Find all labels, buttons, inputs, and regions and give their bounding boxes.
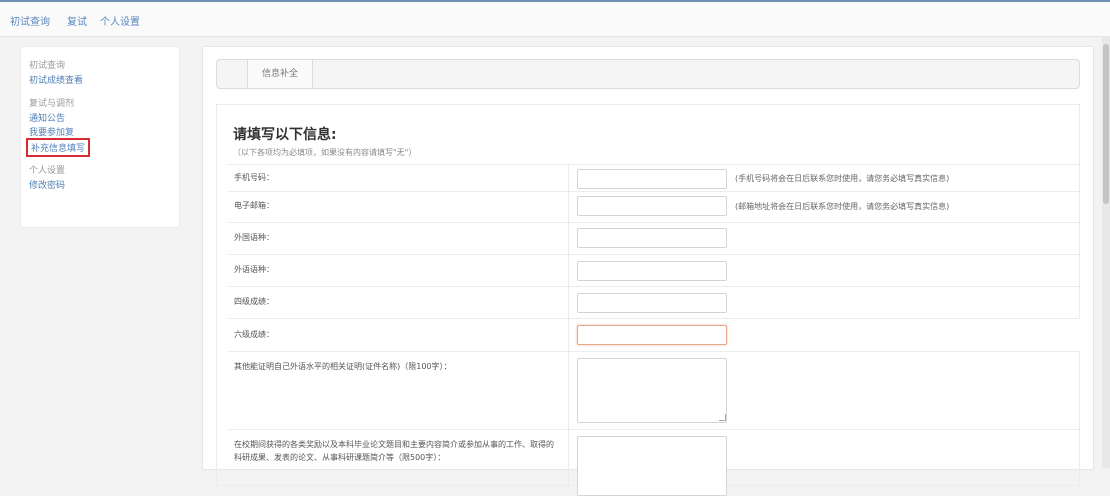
tab-bar: 信息补全 — [216, 59, 1080, 89]
email-input[interactable] — [577, 196, 727, 216]
language-type-input[interactable] — [577, 261, 727, 281]
sidebar: 初试查询 初试成绩查看 复试与调剂 通知公告 我要参加复 补充信息填写 个人设置… — [20, 46, 180, 228]
cet4-input[interactable] — [577, 293, 727, 313]
form-row-foreign-language: 外国语种： — [228, 223, 1080, 255]
form-row-language-type: 外语语种： — [228, 255, 1080, 287]
top-navigation: 初试查询 复试 个人设置 — [0, 2, 1110, 37]
topnav-personal-settings[interactable]: 个人设置 — [100, 13, 140, 28]
textarea-resize-handle[interactable] — [719, 414, 726, 421]
email-hint: (邮箱地址将会在日后联系您时使用，请您务必填写真实信息) — [735, 202, 950, 211]
topnav-retest[interactable]: 复试 — [67, 13, 87, 28]
form-row-cet4: 四级成绩： — [228, 287, 1080, 319]
cet6-label: 六级成绩： — [234, 330, 274, 339]
form-row-awards: 在校期间获得的各类奖励以及本科毕业论文题目和主要内容简介或参加从事的工作、取得的… — [228, 430, 1080, 496]
foreign-language-input[interactable] — [577, 228, 727, 248]
column-divider — [568, 255, 569, 286]
language-certificate-label: 其他能证明自己外语水平的相关证明(证件名称)（限100字）： — [234, 362, 452, 371]
form-row-phone: 手机号码： (手机号码将会在日后联系您时使用，请您务必填写真实信息) — [228, 164, 1080, 192]
sidebar-section-retest: 复试与调剂 — [29, 99, 75, 109]
column-divider — [568, 430, 569, 490]
form-title: 请填写以下信息: — [233, 127, 337, 143]
column-divider — [568, 223, 569, 254]
column-divider — [568, 191, 569, 222]
phone-input[interactable] — [577, 169, 727, 189]
sidebar-item-score[interactable]: 初试成绩查看 — [29, 73, 83, 86]
awards-label: 在校期间获得的各类奖励以及本科毕业论文题目和主要内容简介或参加从事的工作、取得的… — [234, 440, 554, 462]
topnav-initial-exam[interactable]: 初试查询 — [10, 13, 50, 28]
column-divider — [568, 165, 569, 191]
column-divider — [568, 352, 569, 429]
awards-textarea[interactable] — [577, 436, 727, 496]
info-form: 请填写以下信息: （以下各项均为必填项，如果没有内容请填写"无"） 手机号码： … — [216, 104, 1080, 496]
sidebar-item-notice[interactable]: 通知公告 — [29, 111, 65, 124]
language-type-label: 外语语种： — [234, 265, 274, 274]
phone-hint: (手机号码将会在日后联系您时使用，请您务必填写真实信息) — [735, 174, 950, 183]
cet6-input[interactable] — [577, 325, 727, 345]
sidebar-item-supplement-info[interactable]: 补充信息填写 — [26, 138, 91, 157]
main-panel: 信息补全 请填写以下信息: （以下各项均为必填项，如果没有内容请填写"无"） 手… — [202, 46, 1094, 496]
tab-info-complete[interactable]: 信息补全 — [247, 60, 313, 88]
sidebar-item-change-password[interactable]: 修改密码 — [29, 178, 65, 191]
sidebar-section-initial: 初试查询 — [29, 61, 66, 71]
scrollbar-thumb[interactable] — [1103, 44, 1109, 204]
form-row-language-certificate: 其他能证明自己外语水平的相关证明(证件名称)（限100字）： — [228, 352, 1080, 430]
foreign-language-label: 外国语种： — [234, 233, 274, 242]
form-row-cet6: 六级成绩： — [228, 319, 1080, 352]
sidebar-section-personal: 个人设置 — [29, 166, 66, 176]
column-divider — [568, 287, 569, 318]
language-certificate-textarea[interactable] — [577, 358, 727, 423]
phone-label: 手机号码： — [234, 173, 274, 182]
email-label: 电子邮箱： — [234, 201, 274, 210]
form-note: （以下各项均为必填项，如果没有内容请填写"无"） — [233, 148, 417, 157]
cet4-label: 四级成绩： — [234, 297, 274, 306]
form-row-email: 电子邮箱： (邮箱地址将会在日后联系您时使用，请您务必填写真实信息) — [228, 191, 1080, 223]
sidebar-item-join-retest[interactable]: 我要参加复 — [29, 125, 74, 138]
column-divider — [568, 319, 569, 351]
